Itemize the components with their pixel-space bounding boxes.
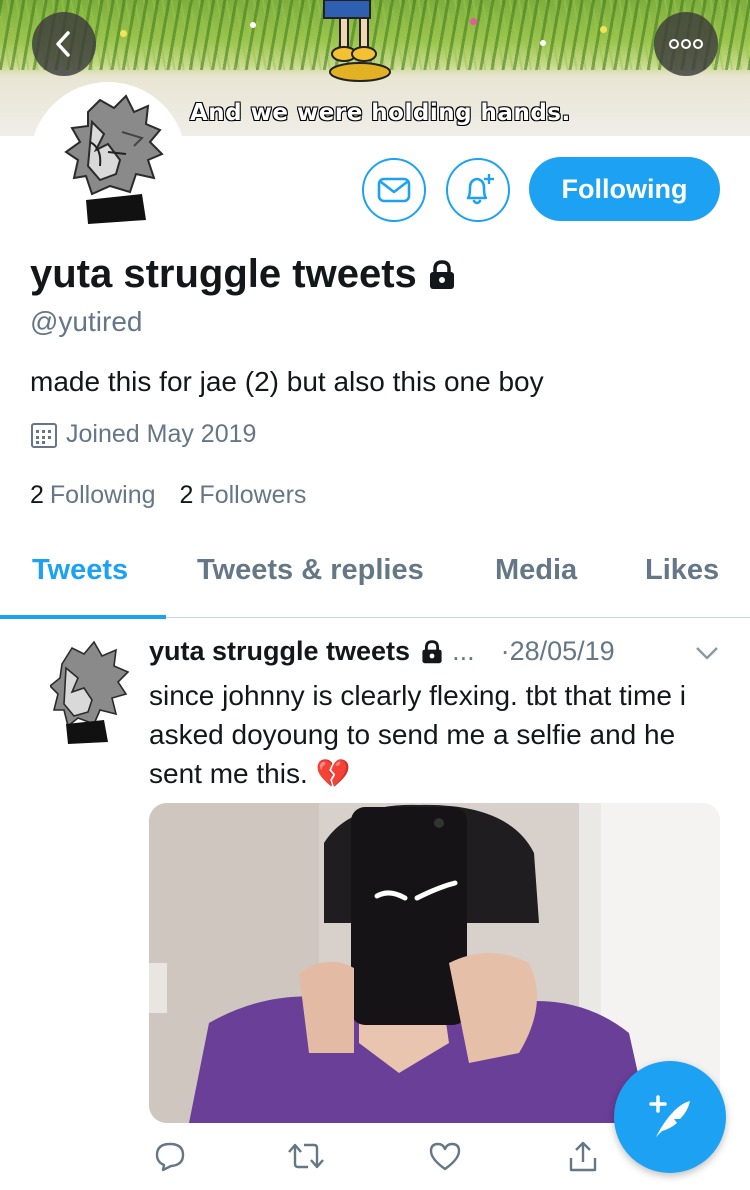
following-label: Following bbox=[49, 481, 156, 509]
share-icon[interactable] bbox=[567, 1140, 599, 1174]
reply-icon[interactable] bbox=[154, 1140, 186, 1172]
following-count: 2 bbox=[30, 481, 44, 509]
tweet-avatar-illustration bbox=[50, 640, 130, 744]
notifications-button[interactable] bbox=[446, 158, 510, 222]
calendar-icon bbox=[31, 422, 57, 448]
tweet-date[interactable]: ·28/05/19 bbox=[501, 636, 615, 667]
retweet-icon[interactable] bbox=[286, 1140, 326, 1172]
profile-tabs: Tweets Tweets & replies Media Likes bbox=[0, 540, 750, 619]
compose-tweet-button[interactable] bbox=[614, 1061, 726, 1173]
tab-tweets-and-replies[interactable]: Tweets & replies bbox=[197, 554, 424, 587]
profile-bio: made this for jae (2) but also this one … bbox=[30, 366, 544, 397]
following-button[interactable]: Following bbox=[529, 157, 720, 221]
banner-flower bbox=[470, 18, 477, 25]
profile-stats: 2 Following 2 Followers bbox=[30, 481, 306, 510]
banner-caption: And we were holding hands. bbox=[189, 99, 571, 126]
tweet-author-name[interactable]: yuta struggle tweets bbox=[149, 636, 410, 667]
profile-name-row: yuta struggle tweets bbox=[30, 252, 457, 297]
tweet-handle-truncated: ... bbox=[452, 636, 475, 666]
more-button[interactable] bbox=[654, 12, 718, 76]
avatar-illustration bbox=[34, 86, 182, 234]
profile-display-name: yuta struggle tweets bbox=[30, 252, 417, 296]
profile-avatar[interactable] bbox=[30, 82, 186, 238]
back-button[interactable] bbox=[32, 12, 96, 76]
profile-handle: @yutired bbox=[30, 306, 143, 337]
active-tab-indicator bbox=[0, 615, 166, 619]
joined-text: Joined May 2019 bbox=[66, 420, 257, 448]
followers-stat[interactable]: 2 Followers bbox=[180, 481, 307, 510]
like-icon[interactable] bbox=[428, 1140, 462, 1172]
followers-count: 2 bbox=[179, 481, 194, 509]
more-icon bbox=[669, 39, 703, 49]
banner-flower bbox=[120, 30, 127, 37]
chevron-left-icon bbox=[56, 31, 70, 57]
bell-plus-icon bbox=[466, 174, 494, 205]
joined-date: Joined May 2019 bbox=[30, 420, 256, 449]
tweet-avatar[interactable] bbox=[50, 640, 130, 744]
tweet-text: since johnny is clearly flexing. tbt tha… bbox=[149, 680, 686, 789]
mail-icon bbox=[377, 177, 411, 203]
compose-feather-icon bbox=[649, 1095, 690, 1137]
message-button[interactable] bbox=[362, 158, 426, 222]
banner-flower bbox=[250, 22, 256, 28]
lock-icon bbox=[422, 639, 442, 663]
chevron-down-icon[interactable] bbox=[694, 644, 720, 662]
followers-label: Followers bbox=[199, 481, 307, 509]
tweet-header: yuta struggle tweets ... ·28/05/19 bbox=[149, 636, 615, 667]
tab-tweets[interactable]: Tweets bbox=[32, 554, 128, 587]
banner-cartoon-figure bbox=[323, 0, 391, 82]
banner-flower bbox=[600, 26, 607, 33]
following-stat[interactable]: 2 Following bbox=[30, 481, 156, 510]
tab-media[interactable]: Media bbox=[495, 554, 577, 587]
lock-icon bbox=[429, 259, 454, 289]
tab-likes[interactable]: Likes bbox=[645, 554, 719, 587]
banner-flower bbox=[540, 40, 546, 46]
